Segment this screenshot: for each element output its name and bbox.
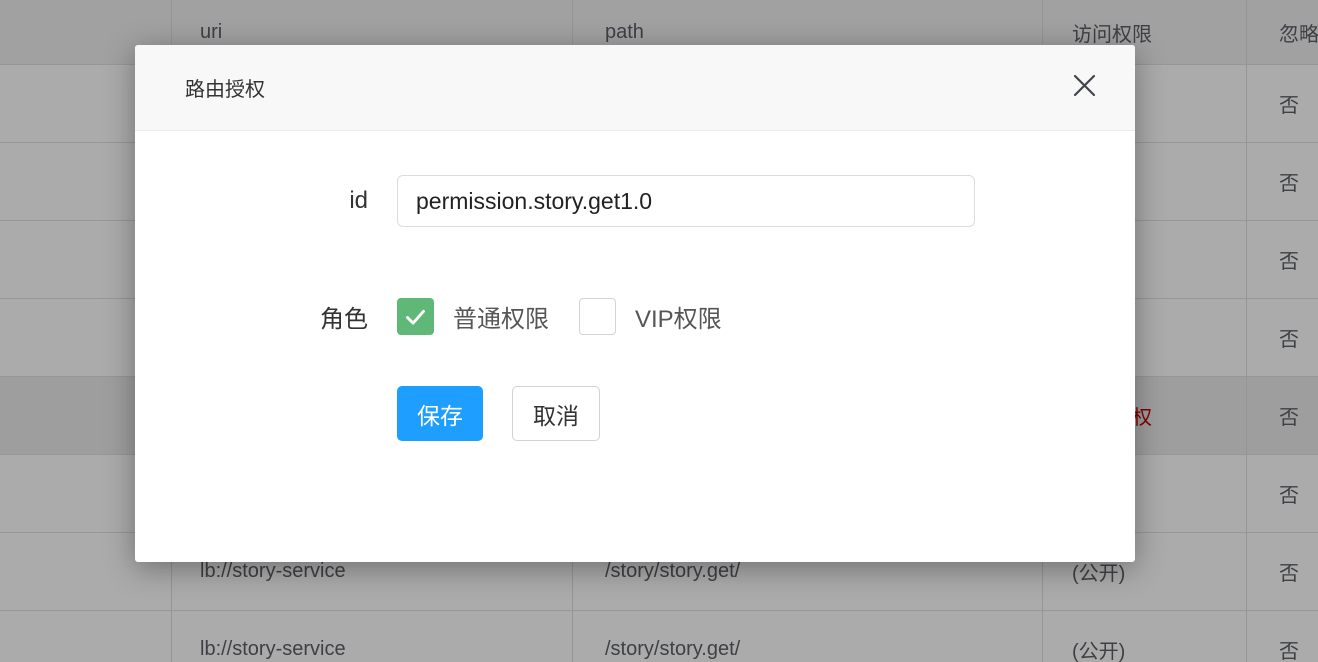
modal-header: 路由授权 bbox=[135, 45, 1135, 131]
screen: uri path 访问权限 忽略 lb://story-service /sto… bbox=[0, 0, 1318, 662]
id-input[interactable] bbox=[397, 175, 975, 227]
role-field-label: 角色 bbox=[135, 299, 368, 334]
checkbox-check-icon[interactable] bbox=[397, 298, 434, 335]
close-icon bbox=[1073, 74, 1096, 102]
save-button[interactable]: 保存 bbox=[397, 386, 483, 441]
checkbox-normal-permission[interactable]: 普通权限 bbox=[397, 298, 549, 335]
id-field-label: id bbox=[135, 187, 368, 215]
route-auth-modal: 路由授权 id 角色 bbox=[135, 45, 1135, 562]
close-button[interactable] bbox=[1071, 75, 1097, 101]
cancel-button[interactable]: 取消 bbox=[512, 386, 600, 441]
modal-actions-row: 保存 取消 bbox=[135, 386, 1135, 441]
checkbox-label-vip[interactable]: VIP权限 bbox=[635, 299, 722, 334]
checkbox-check-icon[interactable] bbox=[579, 298, 616, 335]
checkbox-vip-permission[interactable]: VIP权限 bbox=[579, 298, 722, 335]
id-field-row: id bbox=[135, 175, 1135, 227]
modal-title: 路由授权 bbox=[185, 73, 265, 102]
role-field-row: 角色 普通权限 VIP权限 bbox=[135, 298, 1135, 335]
checkbox-label-normal[interactable]: 普通权限 bbox=[453, 299, 549, 334]
